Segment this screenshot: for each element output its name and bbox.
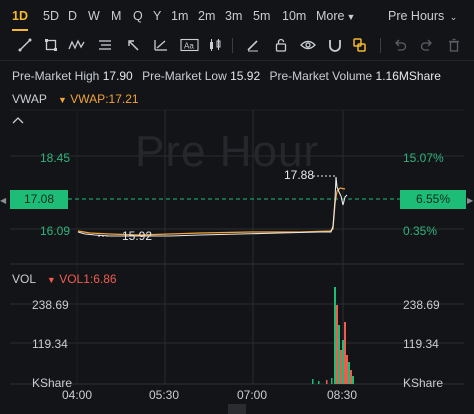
time-axis-label: 07:00 bbox=[237, 388, 268, 402]
horizontal-scroll-handle[interactable] bbox=[228, 404, 246, 414]
time-axis-label: 08:30 bbox=[327, 388, 358, 402]
time-axis-label: 04:00 bbox=[62, 388, 93, 402]
volume-bars bbox=[312, 287, 354, 384]
time-axis-label: 05:30 bbox=[149, 388, 180, 402]
